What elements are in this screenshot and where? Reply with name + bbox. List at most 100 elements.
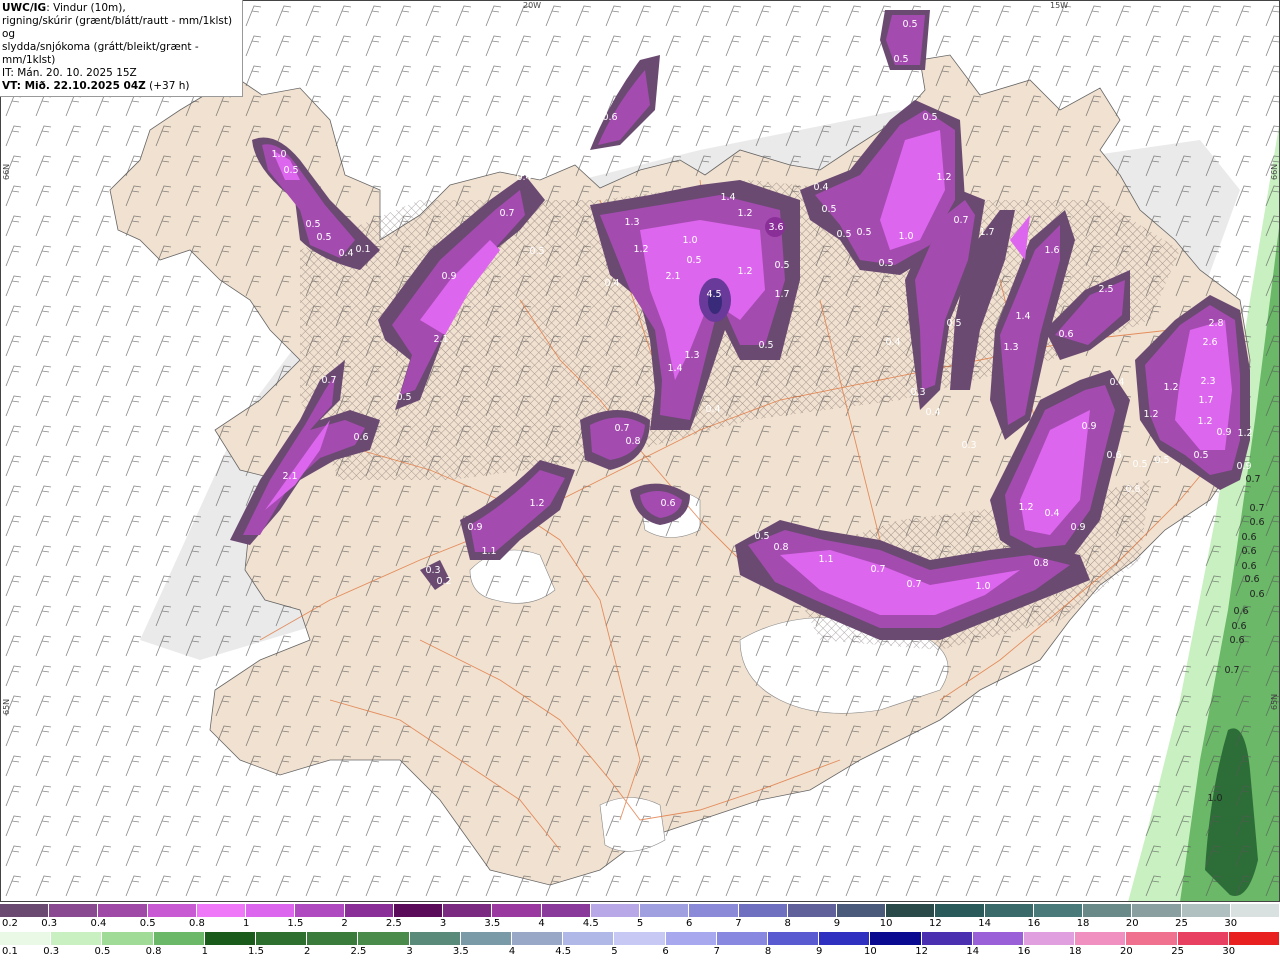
scale-swatch	[640, 904, 690, 917]
scale-label: 0.5	[94, 946, 111, 957]
scale-swatch	[51, 932, 103, 945]
precip-value-label: 0.9	[441, 271, 456, 282]
scale-label: 30	[1222, 946, 1236, 957]
lat-label-left-66n: 66N	[2, 163, 11, 180]
scale-label: 18	[1076, 918, 1090, 929]
scale-label: 30	[1224, 918, 1238, 929]
precip-value-label: 0.5	[774, 260, 789, 271]
precip-value-label: 0.8	[1033, 558, 1048, 569]
lat-label-right-66n: 66N	[1270, 163, 1279, 180]
precip-value-label: 0.6	[1233, 606, 1248, 617]
scale-swatch	[147, 904, 197, 917]
weather-map: 0.50.50.61.00.50.51.20.40.50.40.71.31.41…	[0, 0, 1280, 902]
precip-value-label: 0.7	[499, 208, 514, 219]
precip-value-label: 0.4	[925, 407, 940, 418]
scale-swatch	[0, 904, 50, 917]
scale-label: 3	[439, 918, 447, 929]
precip-value-label: 0.6	[602, 112, 617, 123]
scale-label: 7	[735, 918, 742, 929]
precip-value-label: 0.5	[305, 219, 320, 230]
scale-label: 4.5	[582, 918, 599, 929]
scale-swatch	[443, 904, 493, 917]
precip-value-label: 1.0	[898, 231, 913, 242]
precip-value-label: 0.5	[686, 255, 701, 266]
precip-value-label: 0.7	[614, 423, 629, 434]
scale-label: 25	[1171, 946, 1184, 957]
precip-value-label: 0.6	[1241, 546, 1256, 557]
precip-value-label: 0.6	[1244, 574, 1259, 585]
scale-swatch	[512, 932, 564, 945]
model-name: UWC/IG	[2, 2, 47, 14]
precip-value-label: 0.5	[922, 112, 937, 123]
precip-value-label: 0.7	[906, 579, 921, 590]
scale-swatch	[563, 932, 615, 945]
scale-swatch	[870, 932, 922, 945]
scale-swatch	[358, 932, 410, 945]
precip-value-label: 0.3	[910, 387, 925, 398]
precip-value-label: 0.8	[773, 542, 788, 553]
scale-label: 4.5	[555, 946, 572, 957]
precip-value-label: 3.6	[768, 222, 783, 233]
scale-label: 0.8	[145, 946, 162, 957]
precip-value-label: 1.1	[481, 546, 496, 557]
precip-value-label: 0.6	[1249, 589, 1264, 600]
scale-swatch	[153, 932, 205, 945]
precip-value-label: 0.7	[321, 375, 336, 386]
precip-value-label: 0.5	[836, 229, 851, 240]
scale-swatch	[738, 904, 788, 917]
header-line-2: rigning/skúrir (grænt/blátt/rautt - mm/1…	[2, 15, 233, 40]
sleet-color-scale	[0, 904, 1280, 917]
init-time: IT: Mán. 20. 10. 2025 15Z	[2, 67, 137, 79]
scale-label: 0.3	[43, 946, 60, 957]
header-line-1-rest: : Vindur (10m),	[46, 2, 126, 14]
scale-swatch	[1181, 904, 1231, 917]
scale-swatch	[836, 904, 887, 917]
precip-value-label: 1.2	[737, 266, 752, 277]
precip-value-label: 0.4	[1109, 377, 1124, 388]
scale-swatch	[460, 932, 513, 945]
scale-label: 1.5	[287, 918, 304, 929]
scale-label: 25	[1175, 918, 1188, 929]
scale-swatch	[1083, 904, 1133, 917]
precip-value-label: 0.5	[856, 227, 871, 238]
precip-value-label: 0.6	[1231, 621, 1246, 632]
scale-label: 9	[816, 946, 823, 957]
precip-value-label: 0.7	[870, 564, 885, 575]
scale-label: 0.3	[41, 918, 58, 929]
scale-swatch	[689, 904, 739, 917]
precip-value-label: 1.7	[1198, 395, 1213, 406]
scale-label: 6	[686, 918, 693, 929]
scale-swatch	[1024, 932, 1076, 945]
scale-label: 0.2	[2, 918, 18, 929]
precip-value-label: 0.9	[1236, 461, 1251, 472]
scale-swatch	[295, 904, 345, 917]
precip-value-label: 2.1	[282, 471, 297, 482]
precip-value-label: 1.2	[529, 498, 544, 509]
scale-swatch	[665, 932, 717, 945]
scale-swatch	[1177, 932, 1229, 945]
precip-value-label: 1.2	[633, 244, 648, 255]
map-header: UWC/IG: Vindur (10m), rigning/skúrir (gr…	[0, 0, 243, 97]
scale-swatch	[768, 932, 820, 945]
precip-value-label: 1.2	[1237, 428, 1252, 439]
precip-value-label: 1.3	[624, 217, 639, 228]
scale-swatch	[590, 904, 641, 917]
precip-value-label: 0.4	[338, 248, 353, 259]
scale-label: 14	[966, 946, 980, 957]
scale-label: 3	[406, 946, 413, 957]
precip-value-label: 0.6	[1229, 635, 1244, 646]
precip-value-label: 0.7	[1224, 665, 1239, 676]
scale-label: 8	[764, 946, 772, 957]
scale-swatch	[787, 904, 837, 917]
valid-time-line: VT: Mið. 22.10.2025 04Z (+37 h)	[2, 80, 240, 93]
precip-value-label: 0.4	[705, 404, 720, 415]
precip-value-label: 1.2	[1163, 382, 1178, 393]
scale-label: 10	[864, 946, 877, 957]
precip-value-label: 0.5	[878, 258, 893, 269]
scale-label: 20	[1125, 918, 1139, 929]
precip-value-label: 2.1	[433, 334, 448, 345]
scale-swatch	[344, 904, 394, 917]
scale-swatch	[972, 932, 1025, 945]
precip-value-label: 0.4	[813, 182, 828, 193]
precip-value-label: 1.6	[1044, 245, 1059, 256]
